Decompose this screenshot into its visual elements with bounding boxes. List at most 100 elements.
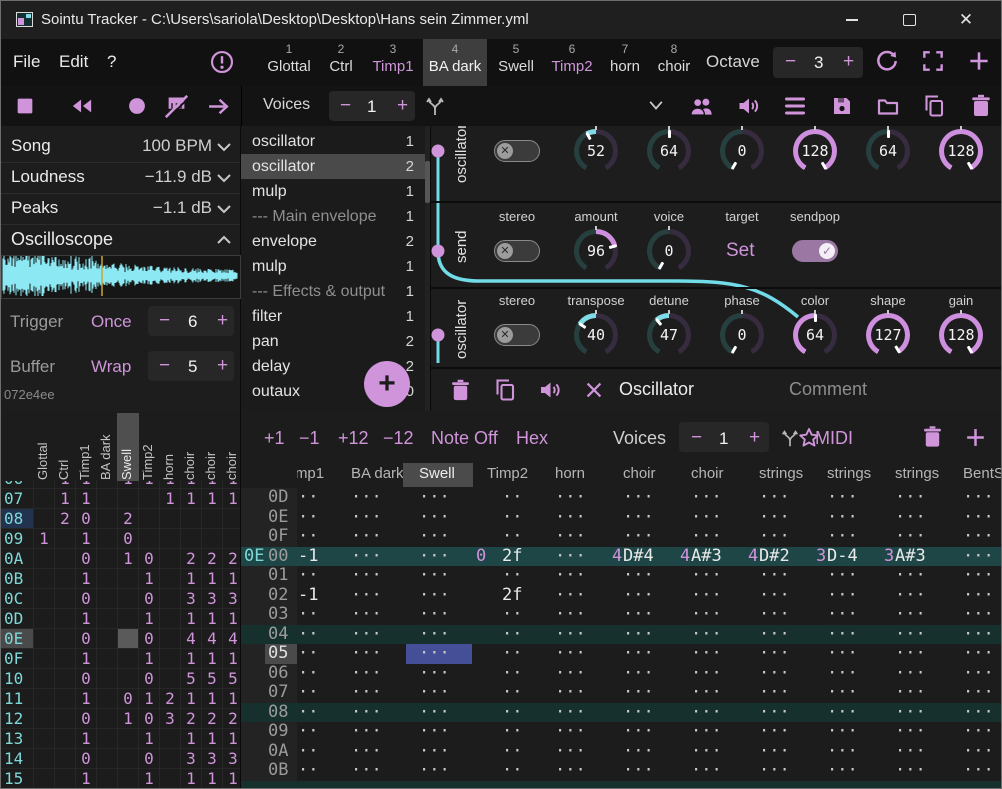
empty-note-cell[interactable]: ···	[963, 547, 994, 567]
empty-note-cell[interactable]: ···	[691, 722, 722, 742]
param-knob[interactable]: 0	[720, 129, 764, 173]
order-value[interactable]: 1	[202, 689, 222, 708]
empty-note-cell[interactable]: ··	[502, 605, 522, 625]
empty-note-cell[interactable]: ···	[623, 683, 654, 703]
order-value[interactable]: 5	[202, 669, 222, 688]
empty-note-cell[interactable]: ···	[351, 742, 382, 762]
order-value[interactable]: 5	[181, 669, 201, 688]
order-value[interactable]: 1	[139, 609, 159, 628]
empty-note-cell[interactable]: ···	[419, 722, 450, 742]
param-knob[interactable]: 52	[574, 129, 618, 173]
empty-note-cell[interactable]: ···	[895, 527, 926, 547]
empty-note-cell[interactable]: ···	[827, 742, 858, 762]
trash-icon[interactable]	[969, 93, 993, 119]
loop-icon[interactable]	[874, 48, 900, 74]
buffer-minus-button[interactable]: −	[159, 356, 170, 375]
empty-note-cell[interactable]: ···	[555, 683, 586, 703]
transpose-plus12[interactable]: +12	[338, 428, 369, 449]
track-header-strings[interactable]: strings	[895, 465, 939, 482]
empty-note-cell[interactable]: ···	[963, 683, 994, 703]
empty-note-cell[interactable]: ···	[419, 683, 450, 703]
track-header-choir[interactable]: choir	[623, 465, 656, 482]
empty-note-cell[interactable]: ···	[895, 722, 926, 742]
empty-note-cell[interactable]: ···	[895, 644, 926, 664]
empty-note-cell[interactable]: ···	[963, 508, 994, 528]
param-knob[interactable]: 128	[939, 129, 983, 173]
order-value[interactable]: 1	[202, 569, 222, 588]
empty-note-cell[interactable]: ···	[827, 683, 858, 703]
track-header-timp1[interactable]: Timp1	[297, 465, 324, 482]
order-value[interactable]: 0	[76, 669, 96, 688]
empty-note-cell[interactable]: ···	[555, 605, 586, 625]
pattern-index[interactable]: 0	[476, 547, 486, 567]
empty-note-cell[interactable]: ···	[759, 683, 790, 703]
note-off-button[interactable]: Note Off	[431, 428, 498, 449]
empty-note-cell[interactable]: ···	[827, 722, 858, 742]
order-value[interactable]: 3	[202, 749, 222, 768]
close-button[interactable]: ✕	[943, 1, 989, 39]
empty-note-cell[interactable]: ···	[419, 605, 450, 625]
order-value[interactable]: 1	[76, 529, 96, 548]
split-voices-icon[interactable]	[423, 94, 447, 118]
empty-note-cell[interactable]: ···	[623, 488, 654, 508]
order-value[interactable]: 1	[118, 549, 138, 568]
note-cell[interactable]: 2f	[502, 547, 522, 567]
order-value[interactable]: 1	[76, 609, 96, 628]
empty-note-cell[interactable]: ···	[623, 664, 654, 684]
order-value[interactable]: 1	[139, 569, 159, 588]
pattern-index[interactable]: 4	[680, 547, 690, 567]
empty-note-cell[interactable]: ···	[623, 566, 654, 586]
empty-note-cell[interactable]: ···	[419, 547, 450, 567]
empty-note-cell[interactable]: ···	[555, 508, 586, 528]
delete-unit-icon[interactable]	[449, 378, 472, 403]
add-track-icon[interactable]	[963, 425, 988, 450]
order-value[interactable]: 0	[139, 669, 159, 688]
empty-note-cell[interactable]: ···	[759, 703, 790, 723]
order-value[interactable]: 0	[139, 589, 159, 608]
empty-note-cell[interactable]: ···	[827, 761, 858, 781]
target-set-button[interactable]: Set	[726, 240, 755, 262]
octave-plus-button[interactable]: +	[843, 52, 854, 71]
order-row-15[interactable]: 1511111	[1, 769, 240, 789]
play-arrow-icon[interactable]	[206, 94, 231, 119]
order-value[interactable]: 3	[202, 589, 222, 608]
order-value[interactable]: 2	[181, 549, 201, 568]
empty-note-cell[interactable]: ···	[419, 742, 450, 762]
pattern-voices-minus-button[interactable]: −	[691, 428, 702, 447]
empty-note-cell[interactable]: ···	[351, 644, 382, 664]
empty-note-cell[interactable]: ···	[555, 761, 586, 781]
note-cell[interactable]: D#2	[759, 547, 790, 567]
empty-note-cell[interactable]: ···	[555, 488, 586, 508]
order-value[interactable]: 2	[118, 509, 138, 528]
empty-note-cell[interactable]: ···	[827, 644, 858, 664]
trigger-minus-button[interactable]: −	[159, 311, 170, 330]
empty-note-cell[interactable]: ···	[759, 586, 790, 606]
empty-note-cell[interactable]: ···	[963, 605, 994, 625]
order-value[interactable]: 1	[223, 649, 243, 668]
empty-note-cell[interactable]: ···	[759, 527, 790, 547]
empty-note-cell[interactable]: ···	[895, 742, 926, 762]
add-unit-button[interactable]: +	[364, 361, 410, 407]
order-value[interactable]: 0	[76, 589, 96, 608]
empty-note-cell[interactable]: ···	[351, 586, 382, 606]
order-row-12[interactable]: 120103222	[1, 709, 240, 729]
scrollbar-thumb[interactable]	[425, 161, 430, 203]
empty-note-cell[interactable]: ···	[555, 625, 586, 645]
instrument-tab-timp1[interactable]: 3Timp1	[365, 39, 421, 86]
order-value[interactable]: 1	[223, 609, 243, 628]
empty-note-cell[interactable]: ···	[759, 488, 790, 508]
order-column-header-glottal[interactable]: Glottal	[35, 416, 50, 480]
order-value[interactable]: 1	[76, 689, 96, 708]
order-column-header-choir[interactable]: choir	[224, 416, 239, 480]
empty-note-cell[interactable]: ···	[691, 605, 722, 625]
order-value[interactable]: 0	[118, 529, 138, 548]
empty-note-cell[interactable]: ··	[502, 664, 522, 684]
param-knob[interactable]: 128	[793, 129, 837, 173]
fullscreen-icon[interactable]	[920, 48, 946, 74]
empty-note-cell[interactable]: ···	[623, 586, 654, 606]
order-value[interactable]: 0	[139, 749, 159, 768]
empty-note-cell[interactable]: ···	[691, 683, 722, 703]
empty-note-cell[interactable]: ···	[555, 527, 586, 547]
keyboard-note-off-icon[interactable]	[163, 93, 190, 120]
empty-note-cell[interactable]: ···	[827, 566, 858, 586]
